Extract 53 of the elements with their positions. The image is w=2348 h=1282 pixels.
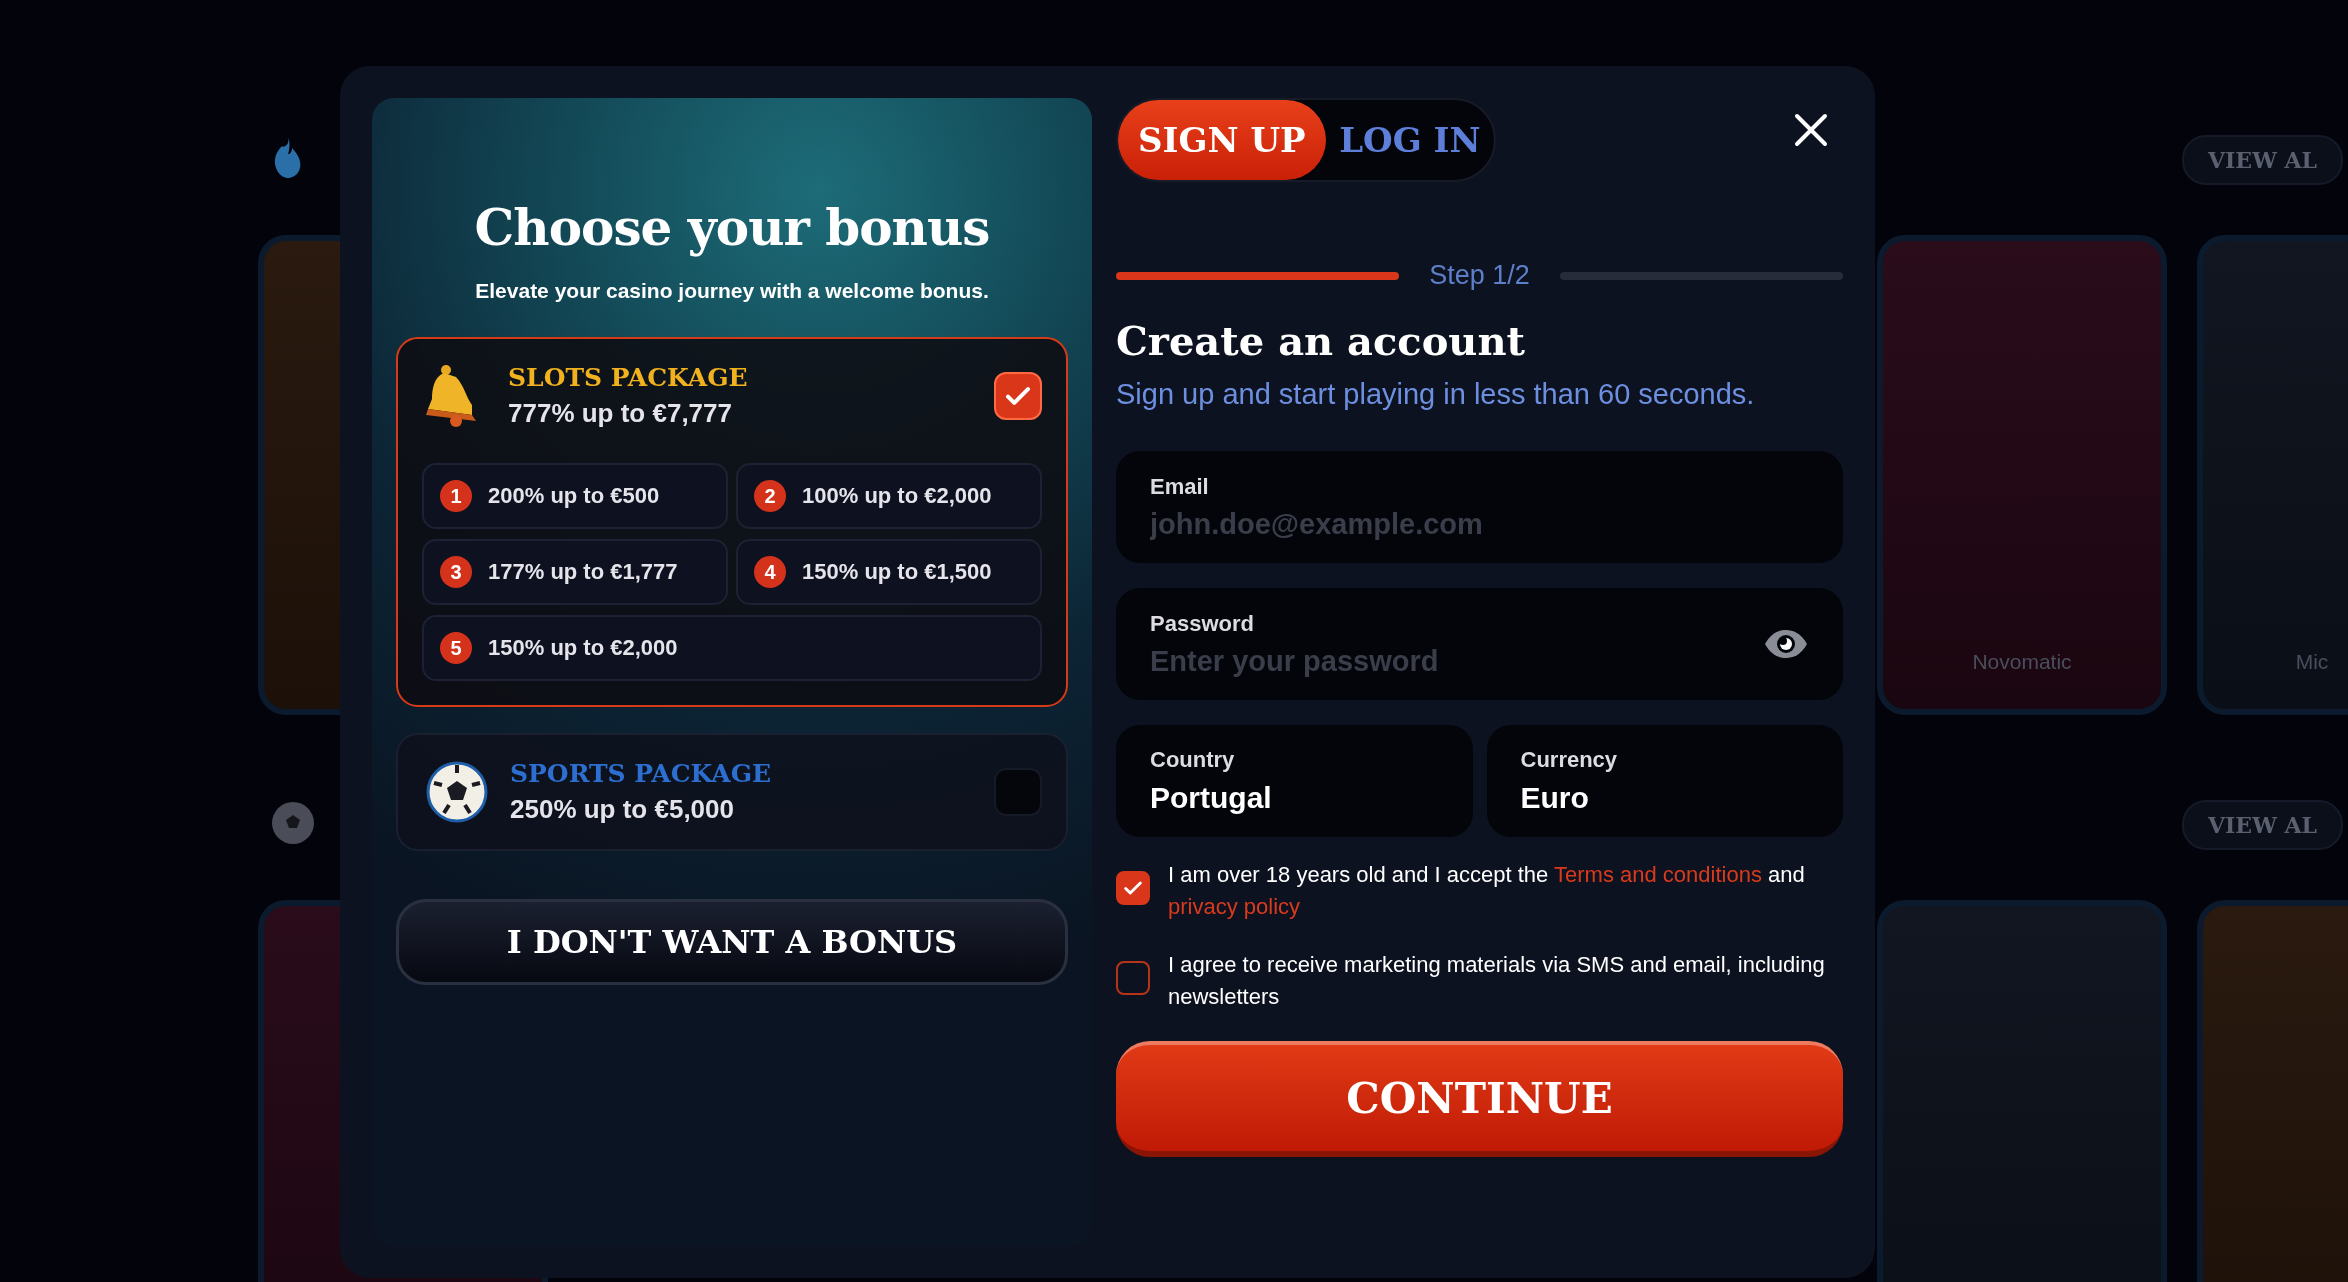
bonus-package-card[interactable]: SPORTS PACKAGE 250% up to €5,000 <box>396 733 1068 851</box>
consent-text: I agree to receive marketing materials via SMS and email, including newsletters <box>1168 951 1826 1011</box>
step-label: Step 1/2 <box>1429 260 1530 291</box>
consent-link[interactable]: Terms and conditions <box>1554 862 1762 887</box>
consent-text: I am over 18 years old and I accept the Terms and conditions and privacy policy <box>1168 861 1806 921</box>
password-input[interactable]: Enter your password <box>1150 644 1763 678</box>
package-title: SPORTS PACKAGE <box>510 759 773 788</box>
email-field[interactable]: Email john.doe@example.com <box>1116 451 1843 563</box>
deposit-bonus-text: 150% up to €2,000 <box>488 635 678 661</box>
view-all-button[interactable]: VIEW AL <box>2182 135 2344 185</box>
auth-tab[interactable]: LOG IN <box>1325 100 1494 180</box>
bonus-subtitle: Elevate your casino journey with a welcome bonus. <box>475 279 989 303</box>
field-label: Email <box>1150 473 1210 500</box>
step-number: 2 <box>754 480 786 512</box>
step-number: 5 <box>440 632 472 664</box>
consent-link[interactable]: privacy policy <box>1168 894 1301 919</box>
game-provider: Novomatic <box>1972 650 2072 674</box>
auth-tab[interactable]: SIGN UP <box>1118 100 1326 180</box>
select-field[interactable]: Currency Euro <box>1486 725 1843 837</box>
select-value: Euro <box>1520 781 1590 815</box>
no-bonus-button[interactable]: I DON'T WANT A BONUS <box>396 899 1068 985</box>
form-heading: Create an account <box>1116 317 1526 364</box>
field-label: Currency <box>1520 747 1619 773</box>
package-title: SLOTS PACKAGE <box>508 363 749 392</box>
deposit-bonus-text: 150% up to €1,500 <box>802 559 992 585</box>
eye-icon[interactable] <box>1763 629 1809 659</box>
continue-button[interactable]: CONTINUE <box>1116 1041 1843 1157</box>
view-all-button[interactable]: VIEW AL <box>2182 800 2344 850</box>
soccer-ball-icon <box>426 761 488 823</box>
consent-checkbox[interactable] <box>1116 961 1150 995</box>
package-checkbox[interactable] <box>994 372 1042 420</box>
package-offer: 777% up to €7,777 <box>508 398 733 429</box>
form-subheading: Sign up and start playing in less than 60 seconds. <box>1116 378 1756 411</box>
package-offer: 250% up to €5,000 <box>510 794 735 825</box>
consent-checkbox[interactable] <box>1116 871 1150 905</box>
game-tile[interactable] <box>1877 900 2167 1282</box>
field-label: Country <box>1150 747 1236 773</box>
step-number: 4 <box>754 556 786 588</box>
step-number: 3 <box>440 556 472 588</box>
field-label: Password <box>1150 610 1255 637</box>
soccer-ball-icon <box>270 800 316 846</box>
password-field[interactable]: Password Enter your password <box>1116 588 1843 700</box>
deposit-bonus-text: 100% up to €2,000 <box>802 483 992 509</box>
game-provider: Mic <box>2295 650 2329 674</box>
package-checkbox[interactable] <box>994 768 1042 816</box>
deposit-bonus-text: 200% up to €500 <box>488 483 660 509</box>
bonus-package-card[interactable]: SLOTS PACKAGE 777% up to €7,777 1 200% up to €500 2 100% up to €2,000 3 177% up to €1,777 4 150% up to €1,500 5 150% up to €2,000 <box>396 337 1068 707</box>
bonus-title: Choose your bonus <box>474 198 990 257</box>
select-field[interactable]: Country Portugal <box>1116 725 1473 837</box>
select-value: Portugal <box>1150 781 1273 815</box>
deposit-bonus-text: 177% up to €1,777 <box>488 559 678 585</box>
email-input[interactable]: john.doe@example.com <box>1150 507 1809 541</box>
step-number: 1 <box>440 480 472 512</box>
